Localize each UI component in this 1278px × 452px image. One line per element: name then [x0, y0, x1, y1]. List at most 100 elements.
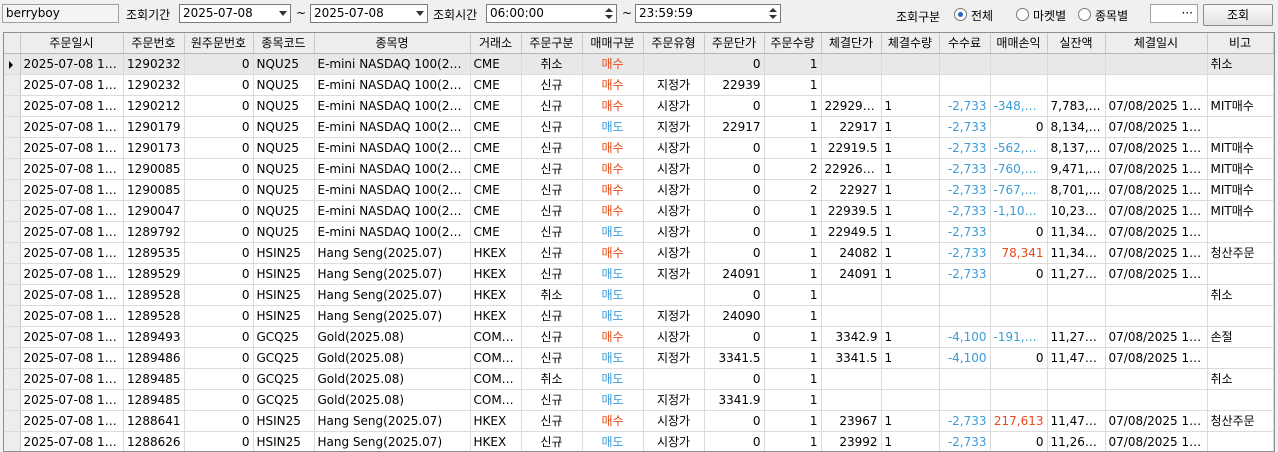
table-cell: HKEX	[470, 242, 522, 264]
table-cell: 0	[704, 137, 765, 159]
row-selector[interactable]	[4, 410, 21, 432]
table-row[interactable]: 2025-07-08 10:… 1288626 0 HSIN25 Hang Seng(2…	[4, 431, 1274, 451]
row-selector[interactable]	[4, 158, 21, 180]
column-header[interactable]: 주문구분	[521, 33, 583, 54]
table-cell: -562,014	[990, 137, 1048, 159]
column-header[interactable]: 거래소	[470, 33, 522, 54]
table-cell: 시장가	[643, 221, 705, 243]
table-cell: GCQ25	[253, 368, 315, 390]
table-row[interactable]: 2025-07-08 15:… 1289535 0 HSIN25 Hang Seng(2…	[4, 242, 1274, 264]
column-header[interactable]: 체결단가	[821, 33, 882, 54]
row-selector[interactable]	[4, 221, 21, 243]
column-header[interactable]: 주문유형	[643, 33, 705, 54]
column-header[interactable]: 종목명	[314, 33, 471, 54]
table-row[interactable]: 2025-07-08 19:… 1290212 0 NQU25 E-mini NASDA…	[4, 95, 1274, 117]
row-selector[interactable]	[4, 74, 21, 96]
table-cell: 2025-07-08 18:…	[20, 158, 124, 180]
table-row[interactable]: 2025-07-08 17:… 1289792 0 NQU25 E-mini NASDA…	[4, 221, 1274, 243]
table-row[interactable]: 2025-07-08 15:… 1289528 0 HSIN25 Hang Seng(2…	[4, 284, 1274, 306]
table-cell	[643, 284, 705, 306]
table-row[interactable]: 2025-07-08 15:… 1289529 0 HSIN25 Hang Seng(2…	[4, 263, 1274, 285]
table-cell: 0	[990, 221, 1048, 243]
table-cell: 07/08/2025 19:…	[1105, 116, 1208, 138]
table-cell: 0	[704, 221, 765, 243]
column-header[interactable]: 수수료	[939, 33, 991, 54]
row-selector[interactable]	[4, 368, 21, 390]
table-row[interactable]: 2025-07-08 19:… 1290232 0 NQU25 E-mini NASDA…	[4, 53, 1274, 75]
item-picker-button[interactable]: ···	[1150, 4, 1198, 23]
row-selector[interactable]	[4, 95, 21, 117]
table-cell: 취소	[1207, 284, 1274, 306]
column-header[interactable]: 체결일시	[1105, 33, 1208, 54]
user-id-field[interactable]: berryboy	[2, 4, 119, 23]
time-to-spinner[interactable]: 23:59:59	[635, 4, 781, 23]
row-selector[interactable]	[4, 179, 21, 201]
column-header[interactable]: 실잔액	[1047, 33, 1106, 54]
row-selector[interactable]	[4, 284, 21, 306]
spin-down-icon[interactable]	[769, 15, 777, 19]
table-cell: 0	[990, 263, 1048, 285]
column-header[interactable]: 주문번호	[123, 33, 185, 54]
table-cell: Hang Seng(2025.07)	[314, 431, 471, 451]
column-header[interactable]: 매매손익	[990, 33, 1048, 54]
table-row[interactable]: 2025-07-08 19:… 1290179 0 NQU25 E-mini NASDA…	[4, 116, 1274, 138]
column-header[interactable]: 주문일시	[20, 33, 124, 54]
table-cell: 22926.75	[821, 158, 882, 180]
table-cell: 1	[881, 410, 940, 432]
table-cell: Hang Seng(2025.07)	[314, 305, 471, 327]
row-selector[interactable]	[4, 200, 21, 222]
column-header[interactable]: 주문단가	[704, 33, 765, 54]
row-selector[interactable]	[4, 431, 21, 451]
row-selector[interactable]	[4, 389, 21, 411]
table-cell: 1	[881, 200, 940, 222]
row-selector[interactable]	[4, 305, 21, 327]
table-cell: 신규	[521, 200, 583, 222]
spin-down-icon[interactable]	[605, 15, 613, 19]
row-selector[interactable]	[4, 263, 21, 285]
table-cell: HSIN25	[253, 431, 315, 451]
table-cell: -767,004	[990, 179, 1048, 201]
table-cell: -2,733	[939, 116, 991, 138]
spin-up-icon[interactable]	[605, 8, 613, 12]
column-header[interactable]: 주문수량	[764, 33, 822, 54]
date-to-select[interactable]: 2025-07-08	[310, 4, 428, 23]
row-selector-arrow-icon[interactable]	[4, 53, 21, 75]
table-cell: 시장가	[643, 431, 705, 451]
table-cell: 손절	[1207, 326, 1274, 348]
table-cell	[990, 284, 1048, 306]
table-cell: -4,100	[939, 326, 991, 348]
search-button[interactable]: 조회	[1203, 4, 1273, 26]
column-header[interactable]: 비고	[1207, 33, 1274, 54]
time-from-spinner[interactable]: 06:00:00	[486, 4, 617, 23]
table-row[interactable]: 2025-07-08 10:… 1288641 0 HSIN25 Hang Seng(2…	[4, 410, 1274, 432]
column-header[interactable]: 종목코드	[253, 33, 315, 54]
table-cell: 0	[704, 410, 765, 432]
column-header[interactable]: 매매구분	[582, 33, 644, 54]
table-row[interactable]: 2025-07-08 15:… 1289486 0 GCQ25 Gold(2025.08…	[4, 347, 1274, 369]
table-row[interactable]: 2025-07-08 15:… 1289493 0 GCQ25 Gold(2025.08…	[4, 326, 1274, 348]
table-row[interactable]: 2025-07-08 18:… 1290085 0 NQU25 E-mini NASDA…	[4, 179, 1274, 201]
table-cell: 0	[184, 158, 254, 180]
row-selector[interactable]	[4, 242, 21, 264]
row-selector[interactable]	[4, 326, 21, 348]
table-row[interactable]: 2025-07-08 18:… 1290047 0 NQU25 E-mini NASDA…	[4, 200, 1274, 222]
table-cell: 8,134,468	[1047, 116, 1106, 138]
table-cell: 1	[764, 200, 822, 222]
table-cell	[1105, 53, 1208, 75]
table-cell: 매도	[582, 347, 644, 369]
column-header[interactable]: 체결수량	[881, 33, 940, 54]
table-row[interactable]: 2025-07-08 19:… 1290232 0 NQU25 E-mini NASDA…	[4, 74, 1274, 96]
table-row[interactable]: 2025-07-08 15:… 1289485 0 GCQ25 Gold(2025.08…	[4, 368, 1274, 390]
table-row[interactable]: 2025-07-08 18:… 1290085 0 NQU25 E-mini NASDA…	[4, 158, 1274, 180]
spin-up-icon[interactable]	[769, 8, 777, 12]
table-cell: NQU25	[253, 158, 315, 180]
table-row[interactable]: 2025-07-08 15:… 1289528 0 HSIN25 Hang Seng(2…	[4, 305, 1274, 327]
column-header[interactable]: 원주문번호	[184, 33, 254, 54]
table-row[interactable]: 2025-07-08 19:… 1290173 0 NQU25 E-mini NASDA…	[4, 137, 1274, 159]
row-selector[interactable]	[4, 116, 21, 138]
table-cell: 1	[764, 389, 822, 411]
date-from-select[interactable]: 2025-07-08	[179, 4, 291, 23]
row-selector[interactable]	[4, 137, 21, 159]
row-selector[interactable]	[4, 347, 21, 369]
table-row[interactable]: 2025-07-08 15:… 1289485 0 GCQ25 Gold(2025.08…	[4, 389, 1274, 411]
